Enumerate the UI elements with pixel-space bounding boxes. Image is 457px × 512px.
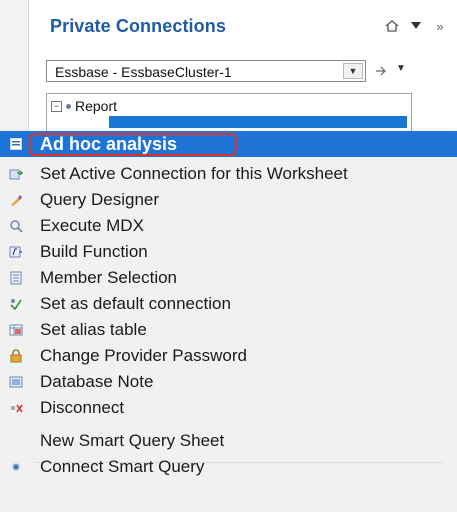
context-menu: Ad hoc analysis Set Active Connection fo… — [0, 131, 457, 512]
selected-tree-node[interactable] — [109, 116, 407, 128]
chevron-down-icon[interactable]: ▼ — [343, 63, 363, 79]
connection-select[interactable]: Essbase - EssbaseCluster-1 ▼ — [46, 60, 366, 82]
disconnect-icon — [9, 401, 23, 415]
menu-item-label: Execute MDX — [40, 216, 144, 235]
menu-item-label: Change Provider Password — [40, 346, 247, 365]
menu-item-label: Connect Smart Query — [40, 457, 205, 476]
menu-item-label: Database Note — [40, 372, 154, 391]
connect-smart-query-icon — [9, 460, 23, 474]
adhoc-icon — [9, 137, 23, 151]
menu-item-label: Set Active Connection for this Worksheet — [40, 164, 348, 183]
menu-item-member-selection[interactable]: Member Selection — [0, 265, 457, 291]
menu-item-label: Query Designer — [40, 190, 160, 209]
menu-item-label: Disconnect — [40, 398, 125, 417]
menu-item-set-active-connection[interactable]: Set Active Connection for this Worksheet — [0, 161, 457, 187]
tree-node-label: Report — [75, 98, 118, 114]
menu-item-query-designer[interactable]: Query Designer — [0, 187, 457, 213]
home-icon[interactable] — [384, 18, 400, 34]
connection-value: Essbase - EssbaseCluster-1 — [55, 64, 232, 80]
menu-item-label: Ad hoc analysis — [40, 133, 178, 154]
go-arrow-icon[interactable] — [372, 62, 390, 80]
menu-item-disconnect[interactable]: Disconnect — [0, 395, 457, 421]
menu-item-label: Set as default connection — [40, 294, 231, 313]
menu-item-execute-mdx[interactable]: Execute MDX — [0, 213, 457, 239]
menu-item-label: New Smart Query Sheet — [40, 431, 225, 450]
panel-title: Private Connections — [50, 16, 226, 36]
menu-item-label: Build Function — [40, 242, 148, 261]
menu-item-label: Set alias table — [40, 320, 147, 339]
build-function-icon — [9, 245, 23, 259]
tree-node-report[interactable]: − Report — [51, 98, 117, 114]
title-toolbar: » — [384, 18, 448, 34]
execute-mdx-icon — [9, 219, 23, 233]
expand-chevron-icon[interactable]: » — [432, 18, 448, 34]
menu-item-connect-smart-query[interactable]: Connect Smart Query — [0, 454, 457, 480]
lock-icon — [9, 349, 23, 363]
menu-item-ad-hoc-analysis[interactable]: Ad hoc analysis — [0, 131, 457, 157]
menu-arrow-icon[interactable]: ▼ — [396, 63, 406, 74]
menu-item-set-default-connection[interactable]: Set as default connection — [0, 291, 457, 317]
menu-item-new-smart-query-sheet[interactable]: New Smart Query Sheet — [0, 428, 457, 454]
connection-dropdown[interactable]: Essbase - EssbaseCluster-1 ▼ ▼ — [46, 60, 406, 82]
menu-item-database-note[interactable]: Database Note — [0, 369, 457, 395]
query-designer-icon — [9, 193, 23, 207]
menu-item-label: Member Selection — [40, 268, 178, 287]
database-note-icon — [9, 375, 23, 389]
connection-tree: − Report — [46, 93, 412, 133]
menu-item-build-function[interactable]: Build Function — [0, 239, 457, 265]
node-icon — [66, 103, 71, 109]
alias-table-icon — [9, 323, 23, 337]
collapse-icon[interactable]: − — [51, 100, 62, 112]
member-selection-icon — [9, 271, 23, 285]
default-connection-icon — [9, 297, 23, 311]
dropdown-arrow-icon[interactable] — [408, 18, 424, 34]
set-active-icon — [9, 167, 23, 181]
menu-item-change-provider-password[interactable]: Change Provider Password — [0, 343, 457, 369]
menu-item-set-alias-table[interactable]: Set alias table — [0, 317, 457, 343]
